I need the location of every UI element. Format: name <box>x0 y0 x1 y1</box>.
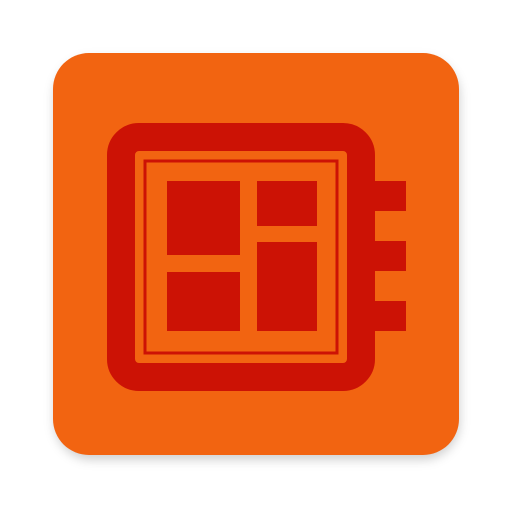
icon-canvas <box>0 0 512 512</box>
block-bottom-left <box>167 272 240 331</box>
block-top-left <box>167 181 240 255</box>
frame-outer <box>107 123 375 391</box>
ring-tab-middle <box>375 241 406 271</box>
board-notebook-icon <box>107 123 406 391</box>
ring-tab-bottom <box>375 301 406 331</box>
block-bottom-right <box>257 242 317 331</box>
block-top-right <box>257 181 317 226</box>
ring-tab-top <box>375 181 406 211</box>
